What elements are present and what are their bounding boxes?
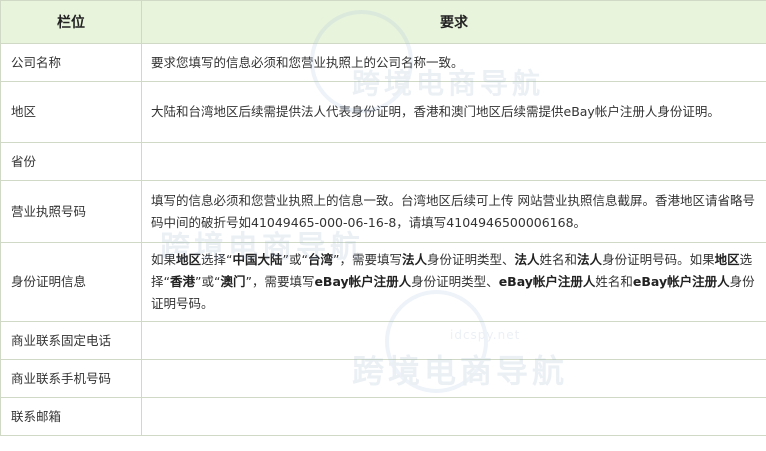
field-label: 身份证明信息 [0,242,142,322]
field-requirement: 大陆和台湾地区后续需提供法人代表身份证明，香港和澳门地区后续需提供eBay帐户注… [141,81,766,143]
table-row: 商业联系固定电话 [0,321,766,360]
table-row: 商业联系手机号码 [0,359,766,398]
table-row: 身份证明信息 如果地区选择“中国大陆”或“台湾”，需要填写法人身份证明类型、法人… [0,242,766,322]
table-row: 公司名称 要求您填写的信息必须和您营业执照上的公司名称一致。 [0,43,766,82]
field-label: 联系邮箱 [0,397,142,436]
field-requirement [141,321,766,360]
field-label: 省份 [0,142,142,181]
field-label: 公司名称 [0,43,142,82]
requirements-table: 栏位 要求 公司名称 要求您填写的信息必须和您营业执照上的公司名称一致。 地区 … [0,0,766,436]
table-row: 联系邮箱 [0,397,766,436]
field-label: 营业执照号码 [0,180,142,243]
header-row: 栏位 要求 [0,0,766,44]
field-requirement: 如果地区选择“中国大陆”或“台湾”，需要填写法人身份证明类型、法人姓名和法人身份… [141,242,766,322]
table-row: 省份 [0,142,766,181]
field-requirement [141,397,766,436]
field-label: 地区 [0,81,142,143]
field-requirement [141,142,766,181]
column-header-requirement: 要求 [141,0,766,44]
field-label: 商业联系固定电话 [0,321,142,360]
table-row: 营业执照号码 填写的信息必须和您营业执照上的信息一致。台湾地区后续可上传 网站营… [0,180,766,243]
field-requirement [141,359,766,398]
field-requirement: 填写的信息必须和您营业执照上的信息一致。台湾地区后续可上传 网站营业执照信息截屏… [141,180,766,243]
table-row: 地区 大陆和台湾地区后续需提供法人代表身份证明，香港和澳门地区后续需提供eBay… [0,81,766,143]
field-label: 商业联系手机号码 [0,359,142,398]
field-requirement: 要求您填写的信息必须和您营业执照上的公司名称一致。 [141,43,766,82]
column-header-field: 栏位 [0,0,142,44]
